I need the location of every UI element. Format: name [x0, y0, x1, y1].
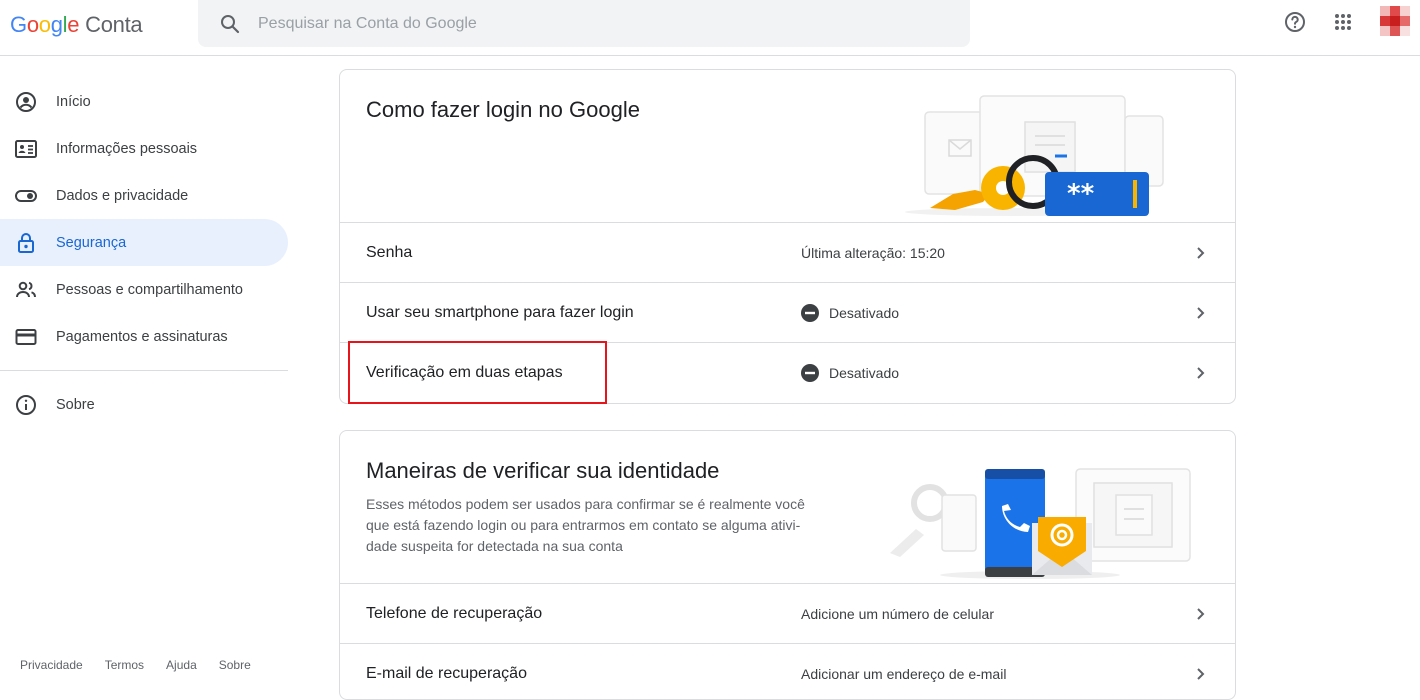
- chevron-right-icon: [1197, 247, 1205, 259]
- keys-password-illustration: **: [905, 95, 1164, 216]
- phone-signin-label: Usar seu smartphone para fazer login: [366, 303, 634, 321]
- sidebar-item-security[interactable]: Segurança: [0, 219, 288, 266]
- disabled-status-icon: [801, 363, 819, 382]
- verify-card-description: Esses métodos podem ser usados para conf…: [366, 494, 856, 557]
- password-last-changed-text: Última alteração: 15:20: [801, 244, 945, 261]
- footer-link-privacy[interactable]: Privacidade: [20, 658, 83, 672]
- logo-letter: o: [26, 12, 39, 37]
- password-row[interactable]: Senha Última alteração: 15:20: [340, 222, 1235, 282]
- phone-signin-row[interactable]: Usar seu smartphone para fazer login Des…: [340, 282, 1235, 342]
- recovery-phone-value-text: Adicione um número de celular: [801, 605, 994, 622]
- search-input[interactable]: [258, 14, 858, 33]
- two-step-verification-status: Desativado: [801, 363, 900, 382]
- sidebar-divider: [0, 370, 288, 371]
- top-bar: Google Conta: [0, 0, 1420, 56]
- google-account-logo[interactable]: Google Conta: [10, 10, 143, 40]
- sidebar-item-label: Informações pessoais: [56, 140, 198, 157]
- sidebar-item-about[interactable]: Sobre: [0, 381, 288, 428]
- logo-letter: e: [67, 12, 80, 37]
- chevron-right-icon: [1197, 668, 1205, 680]
- recovery-phone-label: Telefone de recuperação: [366, 604, 543, 622]
- id-card-icon: [15, 139, 37, 158]
- sidebar-item-label: Início: [56, 93, 91, 110]
- recovery-email-label: E-mail de recuperação: [366, 664, 527, 682]
- footer-links: Privacidade Termos Ajuda Sobre: [20, 658, 251, 672]
- chevron-right-icon: [1197, 367, 1205, 379]
- password-label: Senha: [366, 243, 413, 261]
- two-step-verification-status-text: Desativado: [829, 364, 900, 381]
- footer-link-help[interactable]: Ajuda: [166, 658, 197, 672]
- recovery-phone-row[interactable]: Telefone de recuperação Adicione um núme…: [340, 583, 1235, 643]
- sidebar-item-label: Segurança: [56, 234, 127, 251]
- password-last-changed: Última alteração: 15:20: [801, 245, 945, 261]
- verify-card-description-line: que está fazendo login ou para entrarmos…: [366, 517, 801, 533]
- logo-letter: g: [50, 12, 63, 37]
- verify-card-description-line: dade suspeita for detectada na sua conta: [366, 538, 623, 554]
- verify-card-description-line: Esses métodos podem ser usados para conf…: [366, 496, 805, 512]
- avatar[interactable]: [1374, 2, 1416, 44]
- sidebar-item-label: Sobre: [56, 396, 95, 413]
- account-circle-icon: [16, 91, 36, 112]
- verify-card-title: Maneiras de verificar sua identidade: [366, 458, 720, 483]
- footer-link-terms[interactable]: Termos: [105, 658, 144, 672]
- credit-card-icon: [15, 328, 37, 345]
- sidebar-item-payments[interactable]: Pagamentos e assinaturas: [0, 313, 288, 360]
- search-bar[interactable]: [198, 0, 970, 47]
- signin-card-title: Como fazer login no Google: [366, 97, 640, 122]
- recovery-email-value: Adicionar um endereço de e-mail: [801, 666, 1006, 682]
- logo-letter: o: [38, 12, 51, 37]
- password-mask-text: **: [1067, 179, 1095, 209]
- search-icon[interactable]: [218, 12, 242, 36]
- logo-letter: G: [10, 12, 27, 37]
- sidebar-nav: Início Informações pessoais Dados e priv…: [0, 78, 288, 428]
- verify-identity-card: Maneiras de verificar sua identidade Ess…: [339, 430, 1236, 700]
- footer-link-about[interactable]: Sobre: [219, 658, 251, 672]
- product-name: Conta: [85, 12, 143, 37]
- phone-email-illustration: [890, 468, 1191, 579]
- sidebar-item-label: Dados e privacidade: [56, 187, 189, 204]
- disabled-status-icon: [801, 303, 819, 322]
- sidebar-item-data-privacy[interactable]: Dados e privacidade: [0, 172, 288, 219]
- sidebar-item-label: Pessoas e compartilhamento: [56, 281, 243, 298]
- apps-grid-icon[interactable]: [1331, 10, 1355, 34]
- recovery-phone-value: Adicione um número de celular: [801, 606, 994, 622]
- info-icon: [16, 394, 36, 415]
- people-icon: [16, 281, 36, 297]
- sidebar-item-people-sharing[interactable]: Pessoas e compartilhamento: [0, 266, 288, 313]
- chevron-right-icon: [1197, 307, 1205, 319]
- lock-icon: [18, 232, 34, 253]
- phone-signin-status-text: Desativado: [829, 304, 900, 321]
- highlight-annotation-box: [348, 341, 607, 404]
- phone-signin-status: Desativado: [801, 303, 900, 322]
- sidebar-item-personal-info[interactable]: Informações pessoais: [0, 125, 288, 172]
- recovery-email-value-text: Adicionar um endereço de e-mail: [801, 665, 1007, 682]
- help-circle-icon[interactable]: [1283, 10, 1307, 34]
- chevron-right-icon: [1197, 608, 1205, 620]
- sidebar-item-inicio[interactable]: Início: [0, 78, 288, 125]
- sidebar-item-label: Pagamentos e assinaturas: [56, 328, 228, 345]
- recovery-email-row[interactable]: E-mail de recuperação Adicionar um ender…: [340, 643, 1235, 699]
- toggle-icon: [15, 189, 37, 202]
